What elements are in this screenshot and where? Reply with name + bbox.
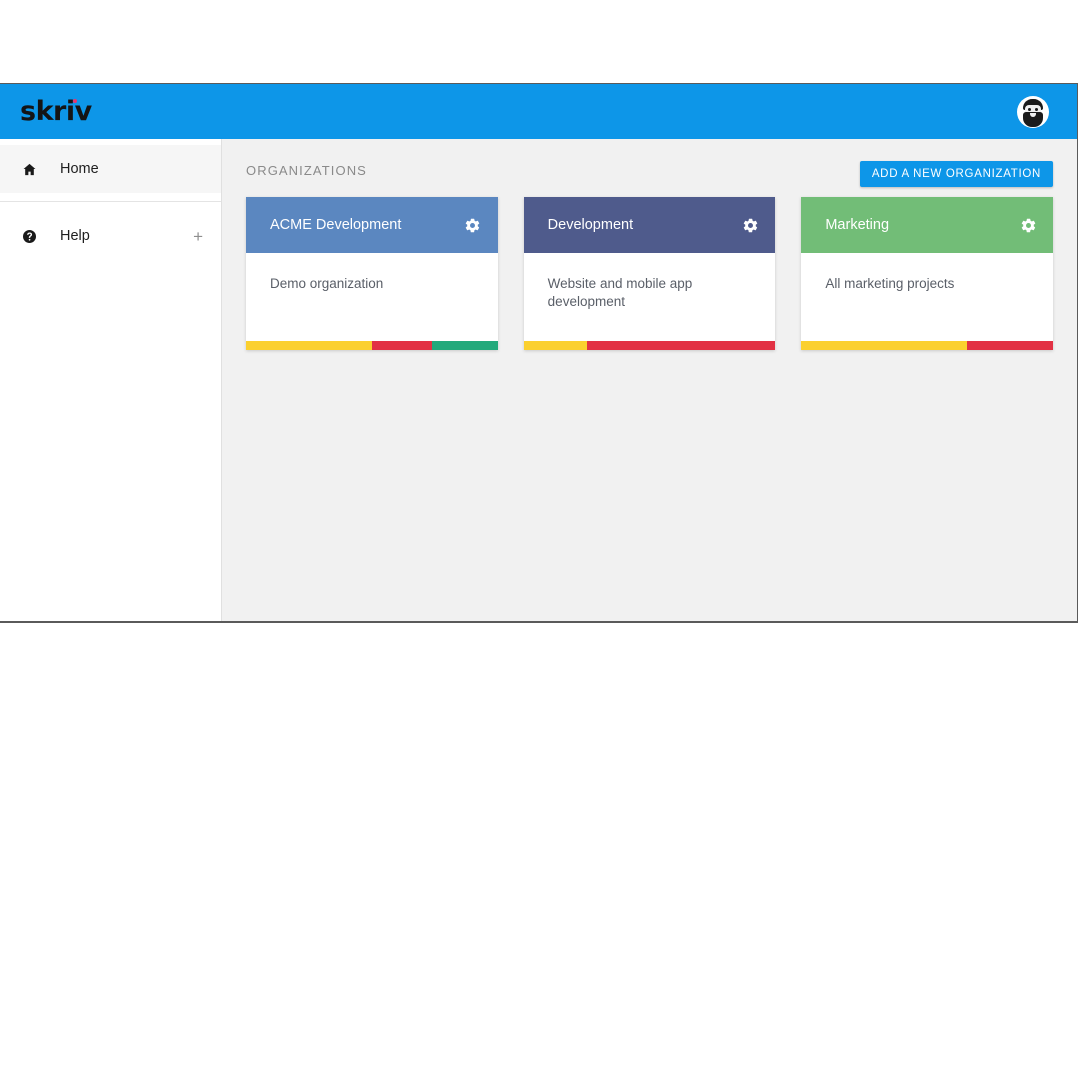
sidebar-item-label: Home [60, 161, 99, 177]
organization-card-header[interactable]: ACME Development [246, 197, 498, 253]
sidebar-item-home[interactable]: Home [0, 145, 221, 193]
page-title: ORGANIZATIONS [246, 163, 367, 178]
organization-card-description: Demo organization [270, 276, 384, 291]
organization-card-title: Development [547, 217, 634, 233]
brand-logo-dot [72, 99, 77, 103]
organization-progress-bar [246, 341, 498, 350]
sidebar-item-label: Help [60, 228, 90, 244]
progress-segment [967, 341, 1053, 350]
organization-card[interactable]: Development Website and mobile app devel… [523, 197, 776, 350]
gear-icon[interactable] [741, 216, 759, 234]
organization-card[interactable]: ACME Development Demo organization [246, 197, 498, 350]
organization-card[interactable]: Marketing All marketing projects [801, 197, 1054, 350]
gear-icon[interactable] [1019, 216, 1037, 234]
add-a-new-organization-button[interactable]: ADD A NEW ORGANIZATION [859, 161, 1053, 187]
organization-card-list: ACME Development Demo organization Devel… [246, 197, 1054, 350]
home-icon [22, 162, 44, 177]
main-header: ORGANIZATIONS ADD A NEW ORGANIZATION [246, 161, 1053, 195]
progress-segment [586, 341, 776, 350]
organization-progress-bar [523, 341, 776, 350]
body-split: Home Help + ORGANIZATIONS ADD A NEW ORGA… [0, 139, 1077, 621]
progress-segment [432, 341, 498, 350]
avatar-mouth [1030, 112, 1036, 117]
app-window: skriv Home Help + ORGANIZATIONS ADD A NE… [0, 83, 1078, 623]
avatar-eye-left [1028, 107, 1031, 111]
organization-card-header[interactable]: Development [523, 197, 776, 253]
gear-icon[interactable] [464, 216, 482, 234]
brand-logo-text: skriv [20, 96, 92, 127]
brand-logo[interactable]: skriv [20, 98, 92, 125]
organization-card-title: Marketing [825, 217, 890, 233]
sidebar-divider [0, 201, 221, 202]
sidebar-expand-icon[interactable]: + [193, 228, 203, 245]
main-content: ORGANIZATIONS ADD A NEW ORGANIZATION ACM… [222, 139, 1077, 621]
progress-segment [801, 341, 968, 350]
organization-card-description: All marketing projects [825, 276, 955, 291]
avatar[interactable] [1017, 95, 1049, 128]
organization-card-description: Website and mobile app development [547, 276, 693, 309]
top-bar: skriv [0, 84, 1077, 139]
organization-progress-bar [801, 341, 1053, 350]
sidebar-item-help[interactable]: Help + [0, 212, 221, 260]
help-circle-icon [22, 229, 44, 244]
organization-card-header[interactable]: Marketing [801, 197, 1054, 253]
avatar-eye-right [1035, 107, 1038, 111]
sidebar: Home Help + [0, 139, 222, 621]
progress-segment [246, 341, 372, 350]
progress-segment [523, 341, 587, 350]
organization-card-title: ACME Development [270, 217, 402, 233]
progress-segment [371, 341, 433, 350]
